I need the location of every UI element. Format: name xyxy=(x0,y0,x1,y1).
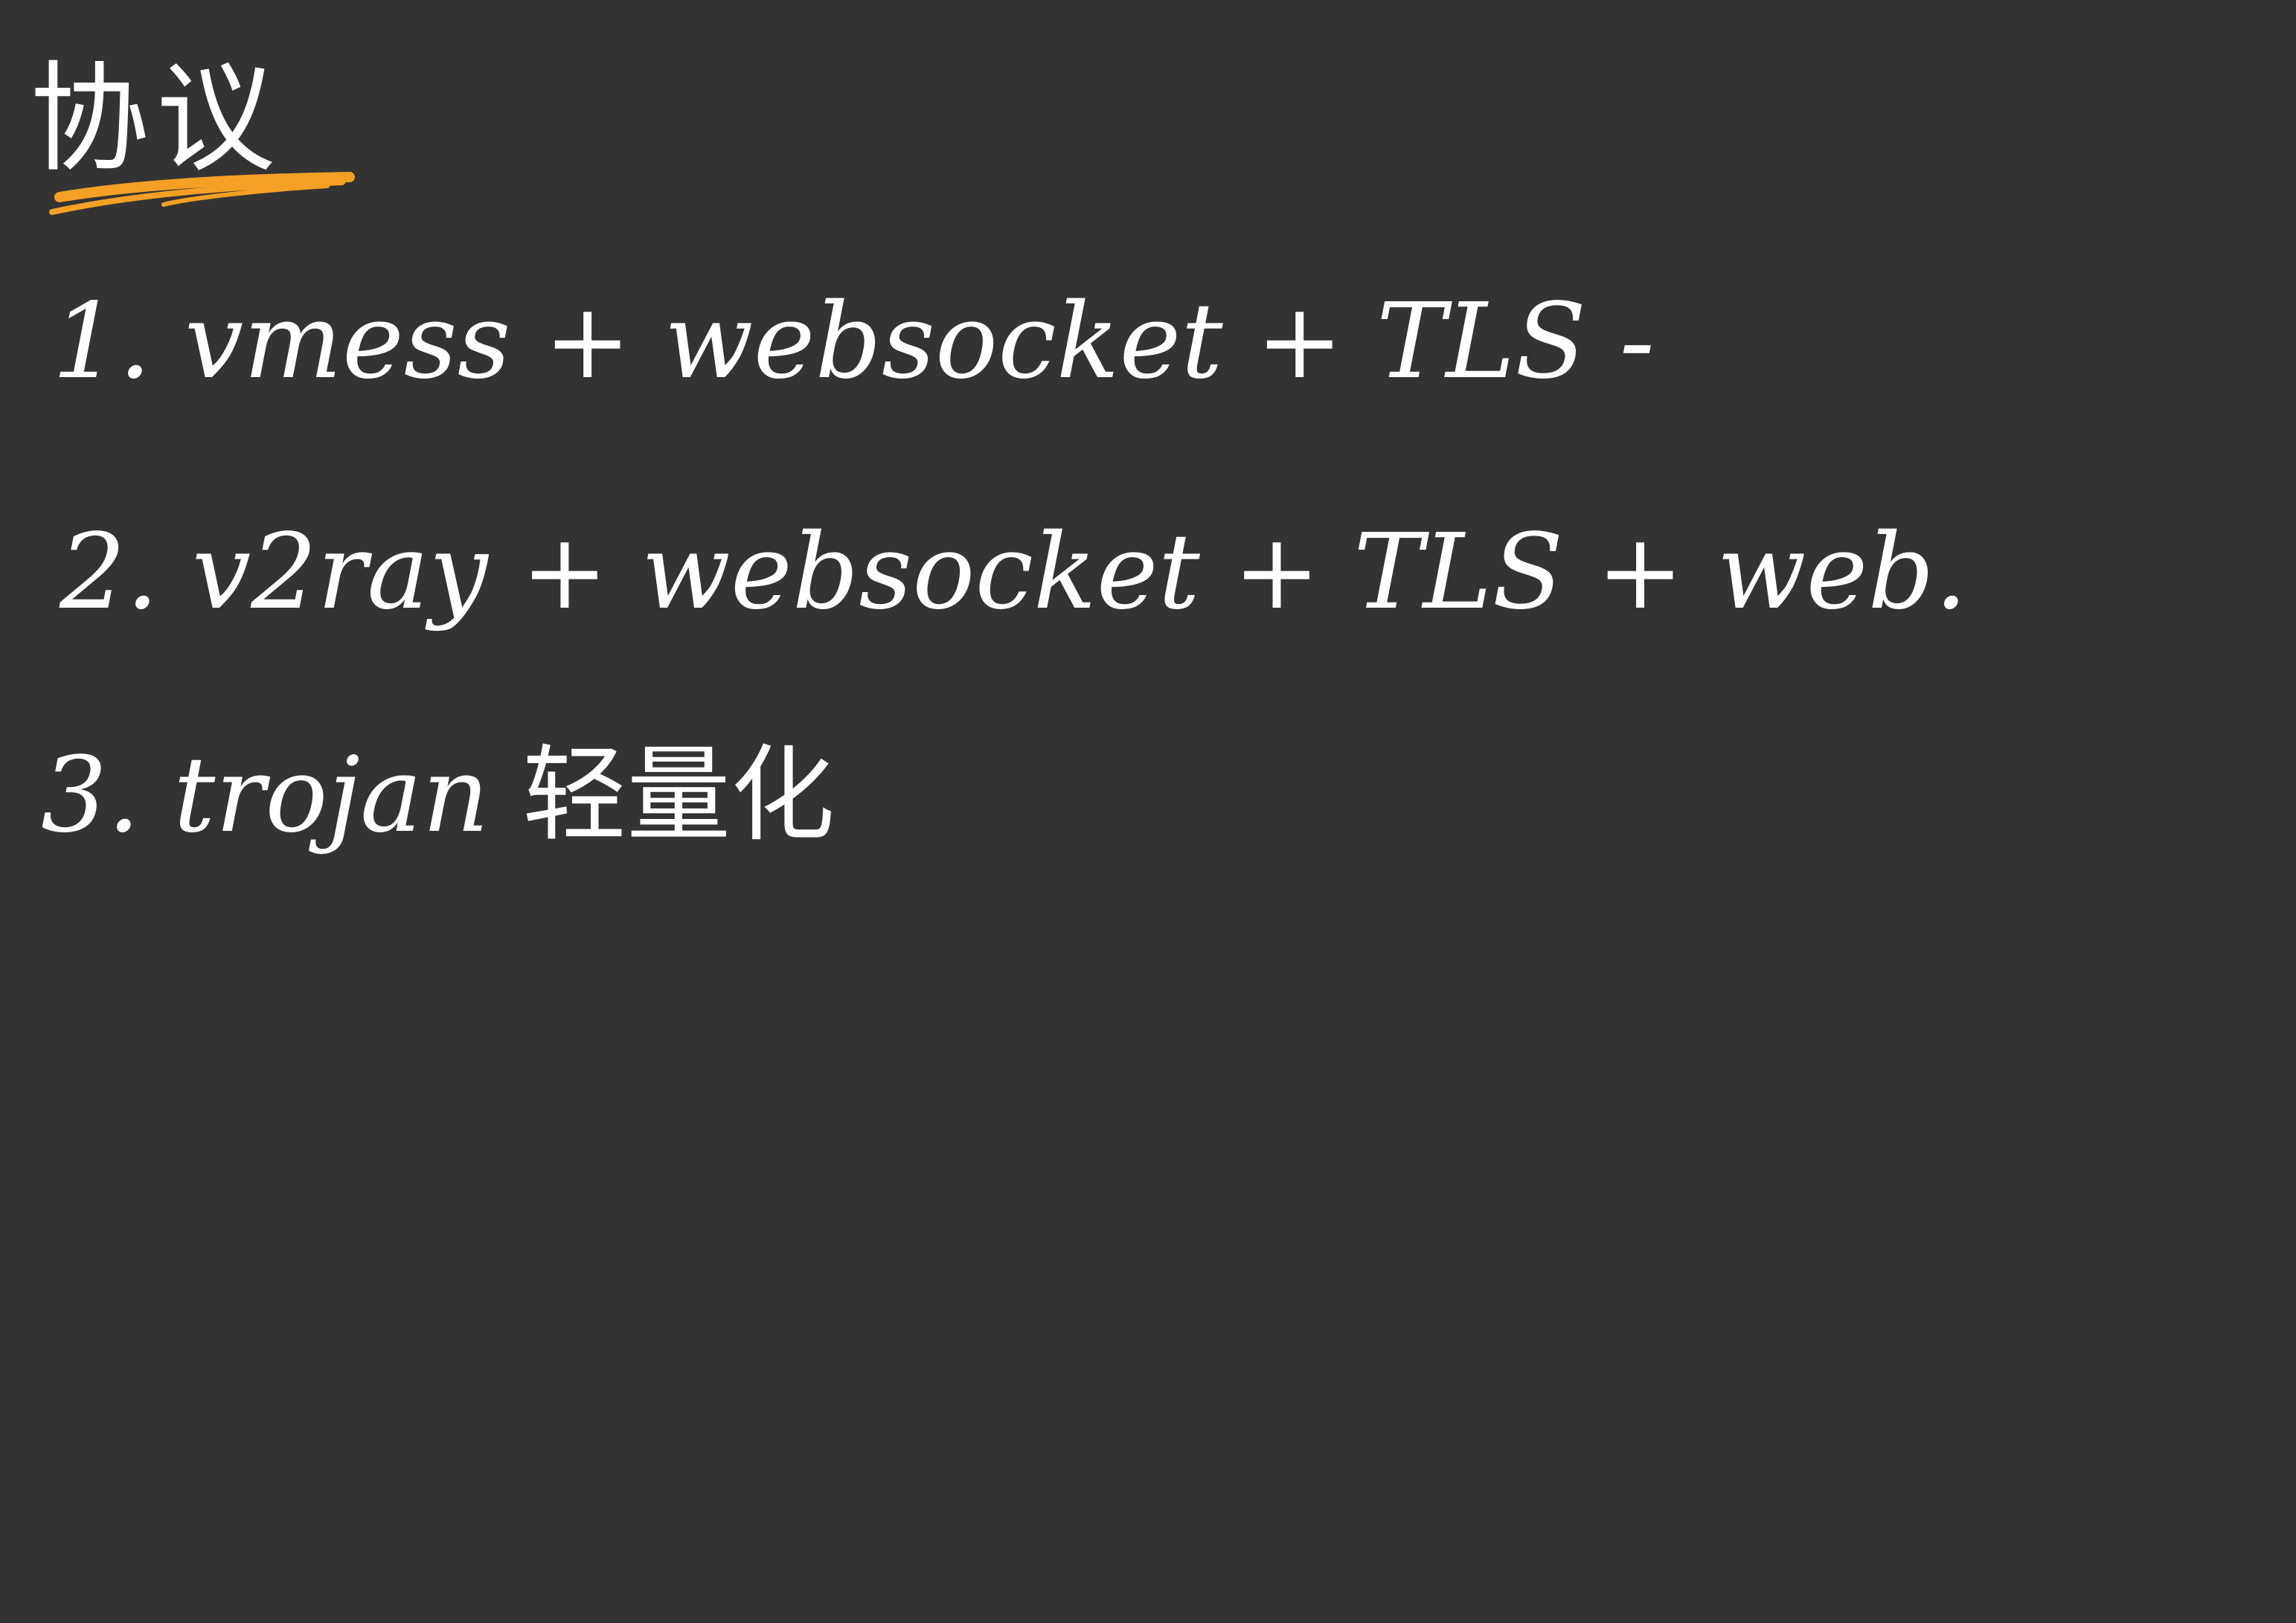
list-item: 3. trojan 轻量化 xyxy=(41,744,835,848)
item-number: 3. xyxy=(41,735,141,856)
item-number: 2. xyxy=(60,512,159,633)
title-highlight-underline xyxy=(49,172,355,215)
list-item: 1. vmess + websocket + TLS - xyxy=(52,290,1655,394)
list-item: 2. v2ray + websocket + TLS + web. xyxy=(60,521,1968,625)
item-text: v2ray + websocket + TLS + web. xyxy=(192,512,1968,633)
item-number: 1. xyxy=(52,281,152,402)
item-text: trojan xyxy=(173,735,490,856)
item-suffix: 轻量化 xyxy=(522,735,836,856)
item-text: vmess + websocket + TLS - xyxy=(185,281,1655,402)
note-title: 协议 xyxy=(30,49,283,188)
